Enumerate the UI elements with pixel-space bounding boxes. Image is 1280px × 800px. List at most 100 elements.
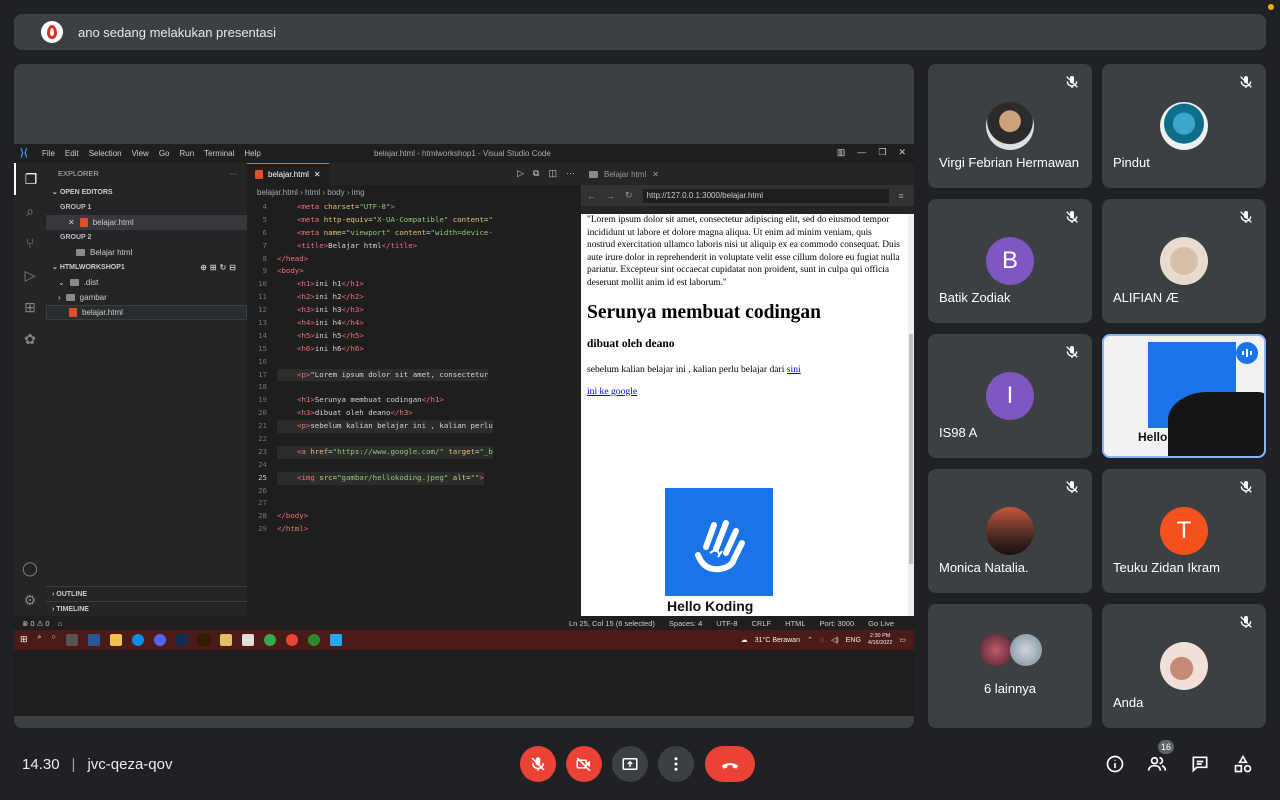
- status-item[interactable]: CRLF: [752, 619, 772, 628]
- sini-link[interactable]: sini: [787, 364, 801, 375]
- code-line[interactable]: 16: [247, 356, 581, 369]
- status-item[interactable]: Ln 25, Col 15 (6 selected): [569, 619, 655, 628]
- close-preview-icon[interactable]: ✕: [652, 170, 659, 179]
- close-tab-icon[interactable]: ✕: [314, 170, 321, 179]
- code-line[interactable]: 18: [247, 381, 581, 394]
- task-view-icon[interactable]: [65, 634, 78, 646]
- activities-button[interactable]: [1231, 752, 1255, 776]
- code-area[interactable]: 4 <meta charset="UTF-8"> 5 <meta http-equiv…: [247, 201, 581, 536]
- status-item[interactable]: UTF-8: [716, 619, 737, 628]
- open-preview-icon[interactable]: ⧉: [533, 168, 539, 179]
- code-line[interactable]: 19 <h1>Serunya membuat codingan</h1>: [247, 394, 581, 407]
- split-editor-icon[interactable]: ◫: [548, 168, 557, 179]
- reload-icon[interactable]: ↻: [625, 190, 633, 201]
- edge-icon[interactable]: [131, 634, 144, 646]
- participant-tile[interactable]: Pindut: [1102, 64, 1266, 188]
- code-line[interactable]: 9 <body>: [247, 265, 581, 278]
- participant-tile[interactable]: Virgi Febrian Hermawan: [928, 64, 1092, 188]
- participant-tile[interactable]: Anda: [1102, 604, 1266, 728]
- status-item[interactable]: Port: 3000: [820, 619, 855, 628]
- chrome-icon[interactable]: [263, 634, 276, 646]
- tree-folder-gambar[interactable]: › gambar: [46, 290, 247, 305]
- open-editor-item[interactable]: ✕ belajar.html: [46, 215, 247, 230]
- more-options-button[interactable]: [658, 746, 694, 782]
- word-icon[interactable]: [87, 634, 100, 646]
- run-debug-icon[interactable]: ▷: [14, 259, 46, 291]
- code-line[interactable]: 24: [247, 459, 581, 472]
- settings-gear-icon[interactable]: ⚙: [14, 584, 46, 616]
- menu-item[interactable]: Terminal: [204, 149, 234, 158]
- network-icon[interactable]: ◌: [820, 637, 824, 644]
- open-editor-item[interactable]: Belajar html: [46, 245, 247, 260]
- preview-menu-icon[interactable]: ≡: [899, 191, 904, 201]
- problems-status[interactable]: ⊗ 0 ⚠ 0: [22, 619, 50, 628]
- home-icon[interactable]: ⌂: [58, 619, 63, 628]
- google-link[interactable]: ini ke google: [587, 386, 637, 397]
- menu-item[interactable]: Help: [244, 149, 260, 158]
- restore-icon[interactable]: ❐: [878, 147, 886, 158]
- menu-item[interactable]: Go: [159, 149, 170, 158]
- notification-icon[interactable]: ▭: [899, 636, 906, 644]
- breadcrumb-item[interactable]: body: [327, 188, 344, 197]
- breadcrumb-item[interactable]: belajar.html: [257, 188, 298, 197]
- code-line[interactable]: 13 <h4>ini h4</h4>: [247, 317, 581, 330]
- tree-file-belajar[interactable]: belajar.html: [46, 305, 247, 320]
- code-line[interactable]: 23 <a href="https://www.google.com/" targ…: [247, 445, 581, 459]
- weather-icon[interactable]: ☁: [741, 636, 748, 644]
- tray-arrow-icon[interactable]: ⌃: [807, 636, 813, 644]
- vscode-taskbar-icon[interactable]: [329, 634, 342, 646]
- illustrator-icon[interactable]: [197, 634, 210, 646]
- participant-tile[interactable]: ALIFIAN Æ: [1102, 199, 1266, 323]
- code-line[interactable]: 22: [247, 433, 581, 446]
- run-icon[interactable]: ▷: [517, 168, 524, 179]
- workspace-actions-icon[interactable]: ⊕⊞↻⊟: [200, 260, 239, 275]
- discord-icon[interactable]: [153, 634, 166, 646]
- timeline-section[interactable]: › TIMELINE: [46, 601, 247, 616]
- tab-belajar-html[interactable]: belajar.html ✕: [247, 163, 329, 185]
- code-line[interactable]: 29 </html>: [247, 523, 581, 536]
- breadcrumb-item[interactable]: img: [352, 188, 365, 197]
- code-line[interactable]: 12 <h3>ini h3</h3>: [247, 304, 581, 317]
- search-icon[interactable]: ⌕: [38, 634, 42, 646]
- menu-item[interactable]: Edit: [65, 149, 79, 158]
- chat-button[interactable]: [1188, 752, 1212, 776]
- cortana-icon[interactable]: ○: [51, 634, 55, 646]
- account-icon[interactable]: ◯: [14, 552, 46, 584]
- mic-toggle-button[interactable]: [520, 746, 556, 782]
- participant-tile[interactable]: 6 lainnya: [928, 604, 1092, 728]
- code-line[interactable]: 8 </head>: [247, 253, 581, 266]
- menu-item[interactable]: View: [132, 149, 149, 158]
- outline-section[interactable]: › OUTLINE: [46, 586, 247, 601]
- code-line[interactable]: 14 <h5>ini h5</h5>: [247, 330, 581, 343]
- code-line[interactable]: 10 <h1>ini h1</h1>: [247, 278, 581, 291]
- code-line[interactable]: 5 <meta http-equiv="X-UA-Compatible" cont…: [247, 214, 581, 227]
- explorer-icon[interactable]: ❐: [14, 163, 46, 195]
- presenter-tile[interactable]: Hello: [1102, 334, 1266, 458]
- file-explorer-icon[interactable]: [109, 634, 122, 646]
- headset-icon[interactable]: [307, 634, 320, 646]
- people-button[interactable]: [1145, 752, 1169, 776]
- taskbar-clock[interactable]: 2:30 PM 4/16/2022: [868, 633, 892, 647]
- code-line[interactable]: 25 <img src="gambar/hellokoding.jpeg" alt…: [247, 471, 581, 485]
- preview-scrollbar[interactable]: [908, 214, 914, 616]
- group2-label[interactable]: GROUP 2: [46, 230, 247, 245]
- menu-item[interactable]: Selection: [89, 149, 122, 158]
- camera-toggle-button[interactable]: [566, 746, 602, 782]
- preview-url-input[interactable]: http://127.0.0.1:3000/belajar.html: [642, 188, 889, 203]
- code-line[interactable]: 4 <meta charset="UTF-8">: [247, 201, 581, 214]
- chrome-profile-icon[interactable]: [285, 634, 298, 646]
- layout-icon[interactable]: ▥: [837, 147, 846, 158]
- status-item[interactable]: HTML: [785, 619, 805, 628]
- menu-item[interactable]: File: [42, 149, 55, 158]
- more-actions-icon[interactable]: ···: [230, 163, 238, 185]
- code-line[interactable]: 6 <meta name="viewport" content="width=de…: [247, 227, 581, 240]
- status-item[interactable]: Spaces: 4: [669, 619, 702, 628]
- workspace-section[interactable]: ⌄ HTMLWORKSHOP1 ⊕⊞↻⊟: [46, 260, 247, 275]
- breadcrumb-item[interactable]: html: [305, 188, 320, 197]
- photoshop-icon[interactable]: [175, 634, 188, 646]
- photos-icon[interactable]: [219, 634, 232, 646]
- code-line[interactable]: 27: [247, 497, 581, 510]
- forward-icon[interactable]: →: [606, 191, 615, 201]
- code-line[interactable]: 21 <p>sebelum kalian belajar ini , kalian…: [247, 420, 581, 434]
- code-line[interactable]: 7 <title>Belajar html</title>: [247, 240, 581, 253]
